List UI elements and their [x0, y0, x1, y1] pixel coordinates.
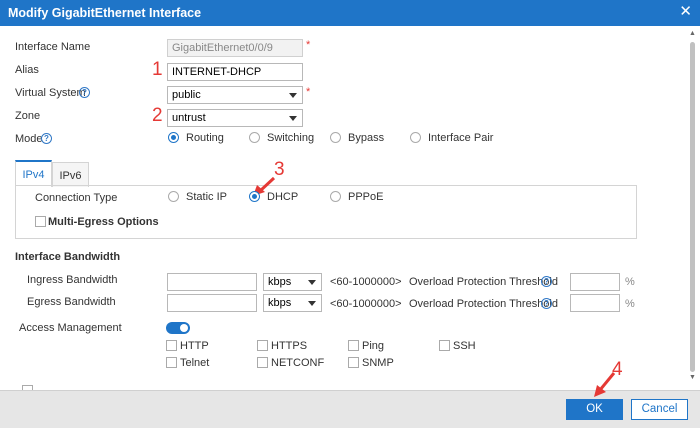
http-label: HTTP [180, 340, 209, 352]
ingress-threshold-label: Overload Protection Threshold [409, 276, 558, 288]
interface-name-required-mark: * [306, 39, 311, 51]
multi-egress-checkbox[interactable] [35, 216, 46, 227]
mode-routing-radio[interactable] [168, 132, 179, 143]
egress-unit-value: kbps [268, 297, 292, 309]
telnet-checkbox[interactable] [166, 357, 177, 368]
ingress-unit-value: kbps [268, 276, 292, 288]
annotation-2: 2 [152, 105, 163, 126]
ingress-threshold-help-icon[interactable]: ? [541, 276, 552, 287]
egress-unit-select[interactable]: kbps [263, 294, 322, 312]
static-ip-label: Static IP [186, 191, 227, 203]
annotation-arrow-icon [594, 372, 616, 397]
tab-ipv4[interactable]: IPv4 [15, 160, 52, 187]
interface-name-label: Interface Name [15, 41, 91, 53]
mode-bypass-radio[interactable] [330, 132, 341, 143]
mode-switching-radio[interactable] [249, 132, 260, 143]
https-checkbox[interactable] [257, 340, 268, 351]
mode-interface-pair-radio[interactable] [410, 132, 421, 143]
ok-button[interactable]: OK [566, 399, 623, 420]
snmp-checkbox[interactable] [348, 357, 359, 368]
pppoe-radio[interactable] [330, 191, 341, 202]
http-checkbox[interactable] [166, 340, 177, 351]
dhcp-label: DHCP [267, 191, 299, 203]
chevron-down-icon [289, 93, 297, 98]
dialog-footer: 4 OK Cancel [0, 359, 700, 428]
dialog-scrollbar[interactable]: ▲ ▼ [688, 30, 698, 386]
egress-percent-label: % [625, 298, 635, 310]
interface-name-field: GigabitEthernet0/0/9 [167, 39, 303, 57]
ingress-unit-select[interactable]: kbps [263, 273, 322, 291]
interface-bandwidth-title: Interface Bandwidth [15, 251, 121, 263]
access-management-toggle[interactable] [166, 322, 190, 334]
annotation-1: 1 [152, 59, 163, 80]
netconf-checkbox[interactable] [257, 357, 268, 368]
access-management-label: Access Management [19, 322, 122, 334]
pppoe-label: PPPoE [348, 191, 384, 203]
egress-threshold-input[interactable] [570, 294, 620, 312]
snmp-label: SNMP [362, 357, 394, 369]
egress-bandwidth-input[interactable] [167, 294, 257, 312]
alias-input[interactable]: INTERNET-DHCP [167, 63, 303, 81]
mode-label: Mode [15, 133, 43, 145]
egress-range-hint: <60-1000000> [330, 298, 402, 310]
alias-label: Alias [15, 64, 39, 76]
scrollbar-thumb[interactable] [690, 42, 695, 372]
virtual-system-label: Virtual System [15, 87, 86, 99]
virtual-system-value: public [172, 89, 201, 101]
virtual-system-select[interactable]: public [167, 86, 303, 104]
virtual-system-help-icon[interactable]: ? [79, 87, 90, 98]
ingress-bandwidth-label: Ingress Bandwidth [27, 274, 118, 286]
zone-value: untrust [172, 112, 206, 124]
dialog-title: Modify GigabitEthernet Interface [8, 6, 202, 20]
chevron-down-icon [289, 116, 297, 121]
mode-interface-pair-label: Interface Pair [428, 132, 494, 144]
egress-bandwidth-label: Egress Bandwidth [27, 296, 116, 308]
mode-help-icon[interactable]: ? [41, 133, 52, 144]
telnet-label: Telnet [180, 357, 210, 369]
static-ip-radio[interactable] [168, 191, 179, 202]
dialog-body: Interface Name GigabitEthernet0/0/9 * Al… [0, 26, 700, 390]
ingress-percent-label: % [625, 276, 635, 288]
zone-select[interactable]: untrust [167, 109, 303, 127]
ssh-checkbox[interactable] [439, 340, 450, 351]
mode-bypass-label: Bypass [348, 132, 385, 144]
multi-egress-label: Multi-Egress Options [48, 216, 159, 228]
close-icon[interactable]: ✕ [679, 4, 692, 20]
ingress-range-hint: <60-1000000> [330, 276, 402, 288]
ping-label: Ping [362, 340, 385, 352]
ingress-threshold-input[interactable] [570, 273, 620, 291]
ping-checkbox[interactable] [348, 340, 359, 351]
connection-type-label: Connection Type [35, 192, 118, 204]
netconf-label: NETCONF [271, 357, 325, 369]
dhcp-radio[interactable] [249, 191, 260, 202]
cancel-button[interactable]: Cancel [631, 399, 688, 420]
ssh-label: SSH [453, 340, 476, 352]
mode-switching-label: Switching [267, 132, 315, 144]
chevron-down-icon [308, 280, 316, 285]
egress-threshold-help-icon[interactable]: ? [541, 298, 552, 309]
mode-routing-label: Routing [186, 132, 224, 144]
egress-threshold-label: Overload Protection Threshold [409, 298, 558, 310]
scroll-down-icon[interactable]: ▼ [689, 374, 696, 381]
virtual-system-required-mark: * [306, 86, 311, 98]
zone-label: Zone [15, 110, 41, 122]
modify-interface-dialog: Modify GigabitEthernet Interface ✕ Inter… [0, 0, 700, 428]
ingress-bandwidth-input[interactable] [167, 273, 257, 291]
https-label: HTTPS [271, 340, 308, 352]
tab-ipv6[interactable]: IPv6 [52, 162, 89, 187]
dialog-titlebar: Modify GigabitEthernet Interface ✕ [0, 0, 700, 26]
chevron-down-icon [308, 301, 316, 306]
scroll-up-icon[interactable]: ▲ [689, 30, 696, 37]
